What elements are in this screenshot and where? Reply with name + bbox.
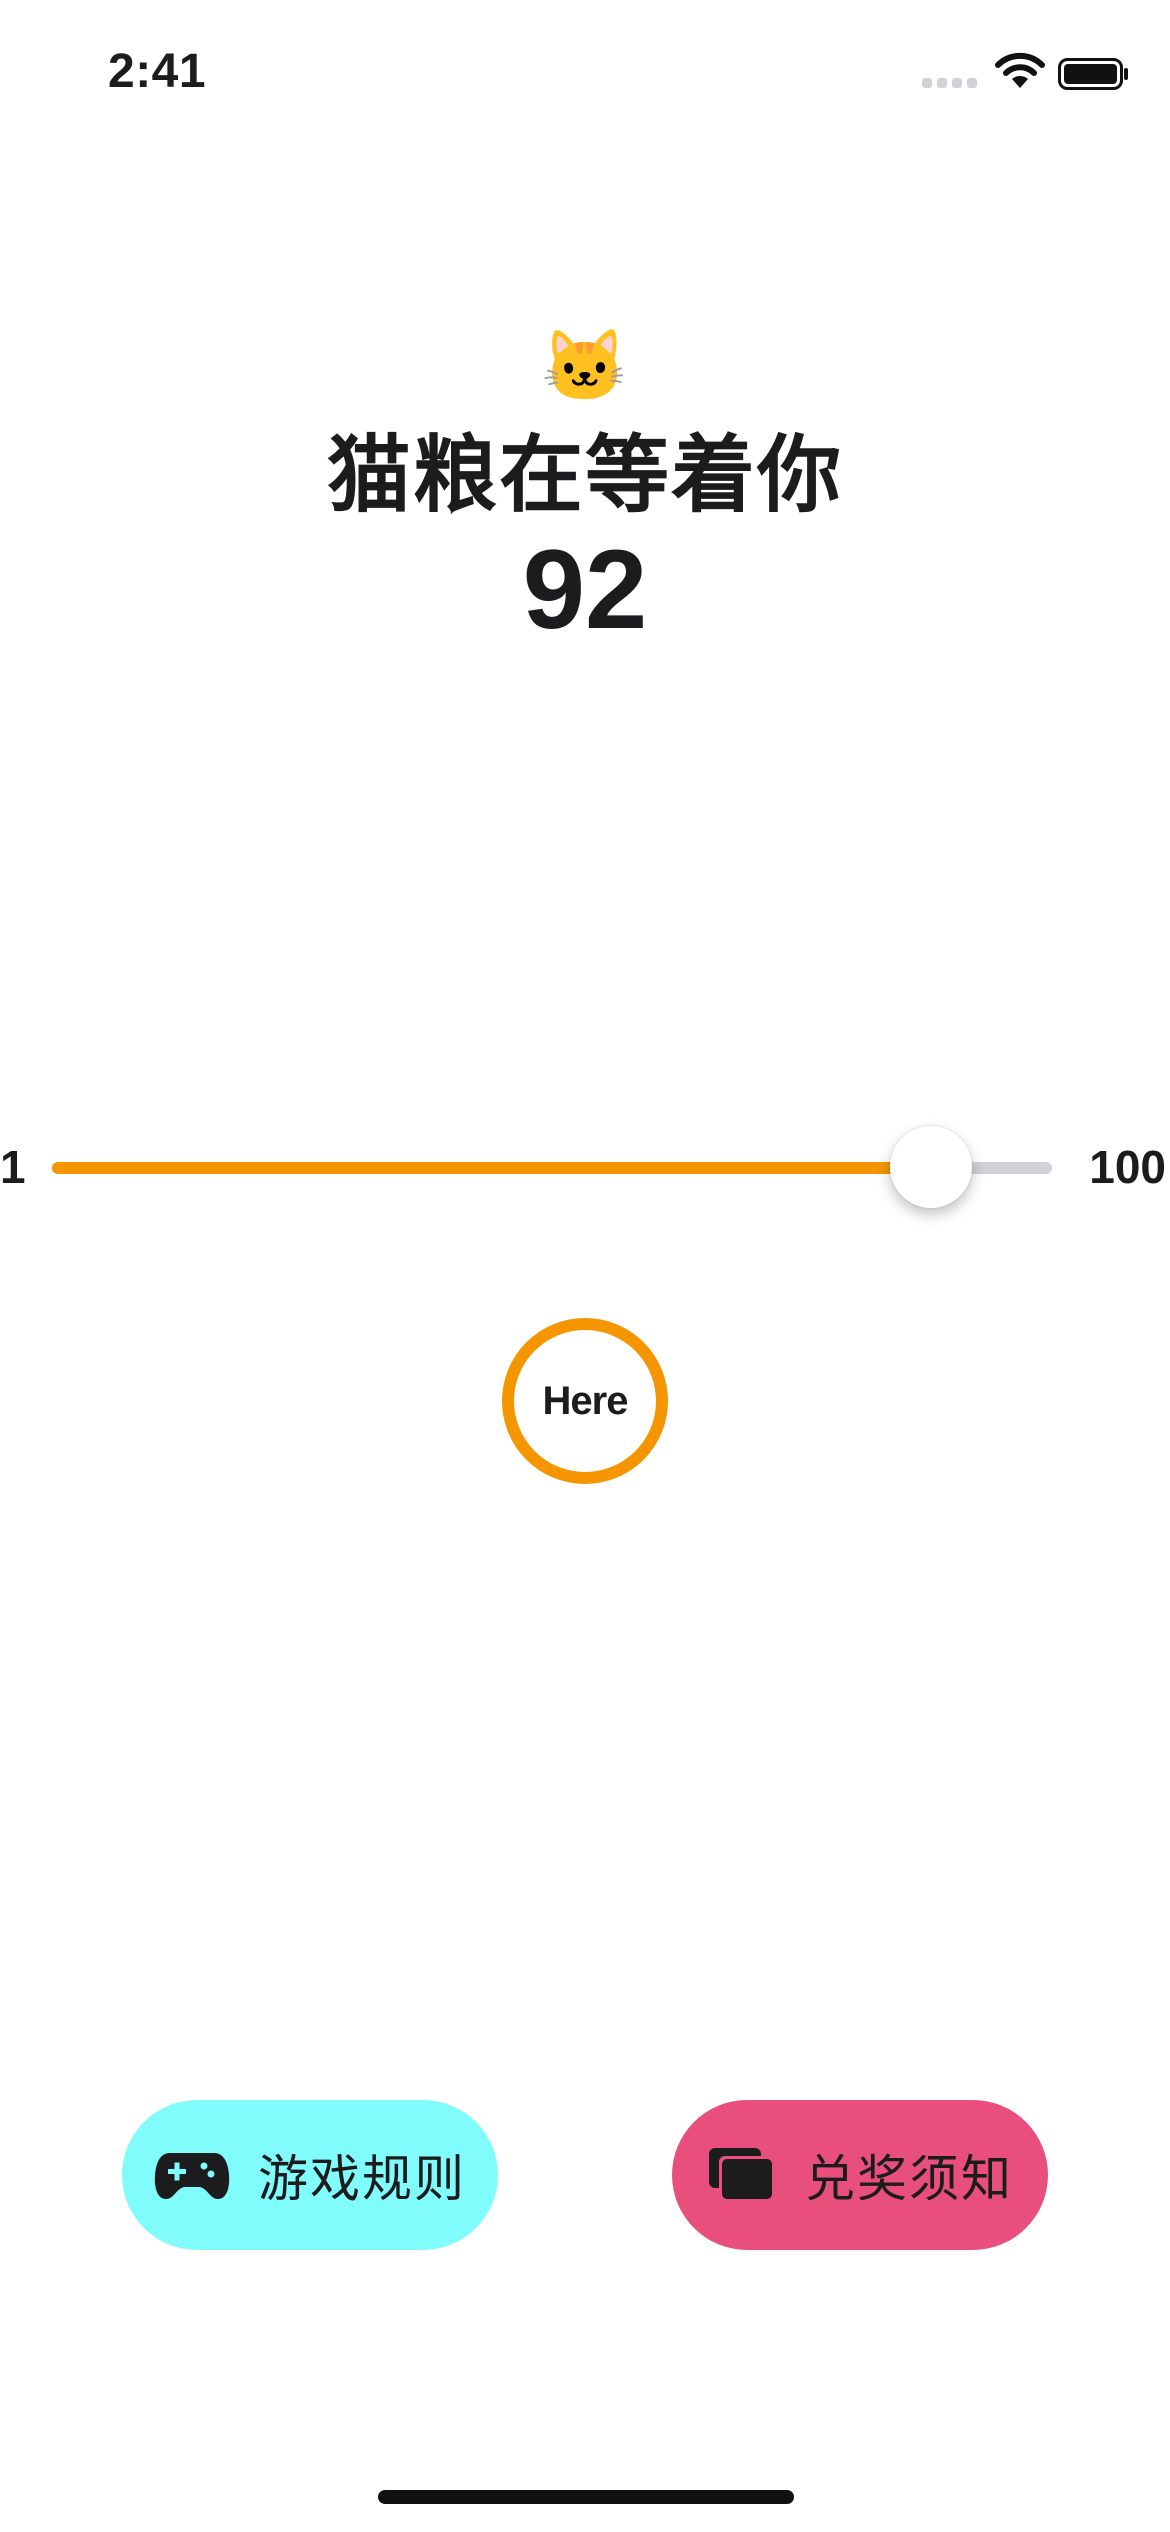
- redeem-notice-label: 兑奖须知: [805, 2150, 1013, 2208]
- cellular-signal-icon: [922, 78, 977, 88]
- home-indicator[interactable]: [378, 2490, 794, 2504]
- slider-fill: [52, 1162, 931, 1174]
- stacked-cards-icon: [709, 2148, 775, 2202]
- here-button[interactable]: Here: [502, 1318, 668, 1484]
- redeem-notice-button[interactable]: 兑奖须知: [672, 2100, 1048, 2250]
- status-icons: [922, 52, 1128, 92]
- page-title: 猫粮在等着你: [326, 428, 843, 522]
- status-time: 2:41: [108, 45, 207, 98]
- game-rules-button[interactable]: 游戏规则: [122, 2100, 498, 2250]
- slider-min-label: 1: [0, 1141, 26, 1193]
- slider-max-label: 100: [1089, 1141, 1166, 1193]
- gamepad-icon: [154, 2153, 230, 2199]
- game-rules-label: 游戏规则: [258, 2150, 466, 2208]
- slider-track[interactable]: [52, 1126, 1052, 1208]
- slider-thumb[interactable]: [890, 1126, 972, 1208]
- here-button-label: Here: [542, 1378, 629, 1423]
- cat-emoji-icon: 🐱: [541, 327, 629, 405]
- battery-icon: [1058, 58, 1128, 90]
- wifi-icon: [995, 52, 1045, 88]
- score-value: 92: [522, 527, 648, 652]
